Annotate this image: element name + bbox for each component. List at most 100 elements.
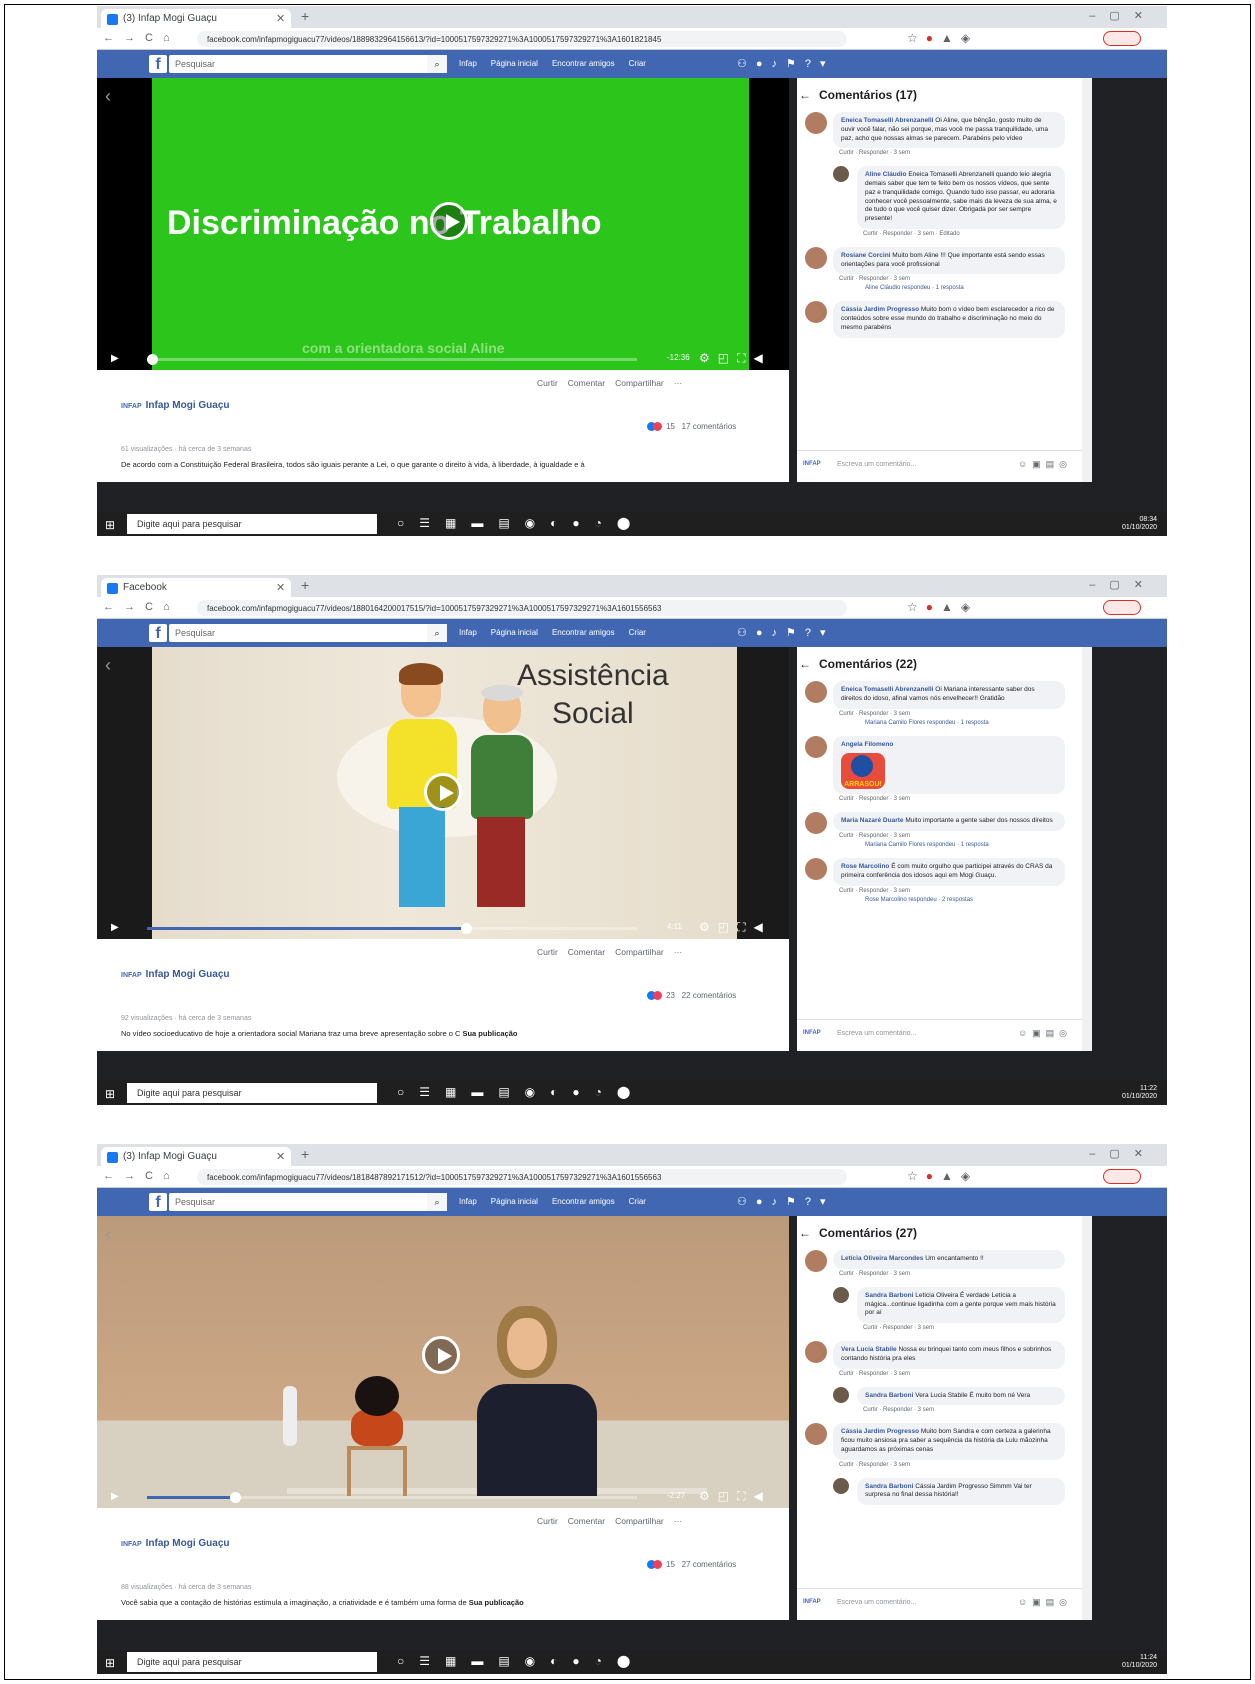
back-arrow-icon[interactable]: ‹ [105,1224,111,1245]
comment-button[interactable]: Comentar [568,1516,605,1526]
view-replies-link[interactable]: Aline Cláudio respondeu · 1 resposta [865,285,1065,291]
comment-input[interactable]: INFAP Escreva um comentário... ☺▣▤◎ [797,1019,1082,1047]
video-player[interactable]: ‹ Discriminação no Trabalho com a orient… [97,78,789,370]
taskbar-search[interactable]: Digite aqui para pesquisar [127,1652,377,1672]
profile-button[interactable] [1103,600,1141,615]
back-arrow-icon[interactable]: ‹ [105,86,111,107]
nav-buttons-icon[interactable]: ←→C⌂ [103,32,180,44]
url-field[interactable]: facebook.com/infapmogiguacu77/videos/188… [197,600,847,616]
taskbar-app-icons[interactable]: ○☰▦▬▤◉◐●◔⬤ [397,516,645,530]
emoji-icons[interactable]: ☺▣▤◎ [1018,1597,1072,1608]
avatar[interactable] [833,1286,849,1303]
avatar[interactable] [805,1341,827,1364]
extension-icons[interactable]: ☆●▲◈ [907,31,978,45]
share-button[interactable]: Compartilhar [615,378,664,388]
comment-input[interactable]: INFAP Escreva um comentário... ☺▣▤◎ [797,1588,1082,1616]
more-icon[interactable]: ··· [674,947,683,957]
nav-buttons-icon[interactable]: ←→C⌂ [103,1170,180,1182]
reactions[interactable]: 15 17 comentários [647,422,736,432]
play-icon[interactable] [422,1336,460,1374]
nav-item[interactable]: Página inicial [491,59,538,68]
settings-fullscreen-icons[interactable]: ⚙◰⛶◀ [699,920,771,935]
comment-count[interactable]: 22 comentários [682,991,737,1000]
new-tab-icon[interactable]: + [301,8,309,24]
search-input[interactable]: Pesquisar [169,1193,447,1211]
like-button[interactable]: Curtir [537,378,558,388]
avatar[interactable] [805,812,827,835]
new-tab-icon[interactable]: + [301,1146,309,1162]
progress-bar[interactable] [147,1492,637,1503]
facebook-logo-icon[interactable]: f [149,1193,167,1211]
windows-start-icon[interactable]: ⊞ [105,1656,115,1670]
avatar[interactable] [805,735,827,758]
play-icon[interactable] [424,773,462,811]
comment-count[interactable]: 27 comentários [682,1560,737,1569]
comment-actions[interactable]: Curtir · Responder · 3 sem [839,1462,1065,1468]
play-small-icon[interactable]: ▶ [111,353,119,364]
more-icon[interactable]: ··· [674,378,683,388]
view-replies-link[interactable]: Mariana Camilo Flores respondeu · 1 resp… [865,842,1065,848]
comment-actions[interactable]: Curtir · Responder · 3 sem [839,796,1065,802]
nav-item[interactable]: Encontrar amigos [552,59,615,68]
comment-author[interactable]: Maria Nazaré Duarte [841,817,904,824]
profile-button[interactable] [1103,1169,1141,1184]
avatar[interactable] [833,1386,849,1403]
comment-input[interactable]: INFAP Escreva um comentário... ☺▣▤◎ [797,450,1082,478]
nav-buttons-icon[interactable]: ←→C⌂ [103,601,180,613]
comment-actions[interactable]: Curtir · Responder · 3 sem [839,1271,1065,1277]
comment-actions[interactable]: Curtir · Responder · 3 sem [863,1407,1065,1413]
comment-author[interactable]: Eneica Tomaselli Abrenzanelli [841,117,933,124]
taskbar-app-icons[interactable]: ○☰▦▬▤◉◐●◔⬤ [397,1654,645,1668]
close-tab-icon[interactable]: ✕ [276,1150,285,1163]
avatar[interactable] [833,166,849,183]
search-icon[interactable]: ⌕ [427,1193,447,1211]
avatar[interactable] [805,681,827,703]
comment-button[interactable]: Comentar [568,378,605,388]
windows-start-icon[interactable]: ⊞ [105,518,115,532]
browser-tab[interactable]: (3) Infap Mogi Guaçu ✕ [101,9,291,28]
comment-author[interactable]: Letícia Oliveira Marcondes [841,1255,923,1262]
avatar[interactable] [805,858,827,881]
search-icon[interactable]: ⌕ [427,624,447,642]
comment-actions[interactable]: Curtir · Responder · 3 sem [839,833,1065,839]
browser-tab[interactable]: (3) Infap Mogi Guaçu ✕ [101,1147,291,1166]
avatar[interactable] [805,301,827,324]
comment-author[interactable]: Vera Lucia Stabile [841,1346,897,1353]
progress-bar[interactable] [147,923,637,934]
nav-item[interactable]: Infap [459,1197,477,1206]
nav-item[interactable]: Infap [459,59,477,68]
nav-item[interactable]: Encontrar amigos [552,628,615,637]
avatar[interactable] [805,246,827,269]
settings-fullscreen-icons[interactable]: ⚙◰⛶◀ [699,351,771,366]
comment-author[interactable]: Rose Marcolino [841,863,889,870]
like-button[interactable]: Curtir [537,1516,558,1526]
reactions[interactable]: 23 22 comentários [647,991,737,1001]
notification-icons[interactable]: ⚇●♪⚑?▾ [737,1195,835,1208]
page-name[interactable]: INFAP Infap Mogi Guaçu [121,400,230,411]
like-button[interactable]: Curtir [537,947,558,957]
comment-actions[interactable]: Curtir · Responder · 3 sem [839,888,1065,894]
nav-item[interactable]: Encontrar amigos [552,1197,615,1206]
search-input[interactable]: Pesquisar [169,55,447,73]
video-player[interactable]: ‹ Assistência Social ▶ 4:11 ⚙◰⛶◀ [97,647,789,939]
back-icon[interactable]: ← [799,657,811,671]
avatar[interactable] [805,1423,827,1446]
progress-knob[interactable] [460,923,472,934]
nav-item[interactable]: Criar [629,59,646,68]
avatar[interactable] [805,1250,827,1272]
notification-icons[interactable]: ⚇●♪⚑?▾ [737,626,835,639]
comment-actions[interactable]: Curtir · Responder · 3 sem [839,711,1065,717]
video-player[interactable]: ‹ ▶ -2:27 ⚙◰⛶◀ [97,1216,789,1508]
publication-notice[interactable]: Sua publicação [462,1029,517,1038]
nav-item[interactable]: Infap [459,628,477,637]
page-name[interactable]: INFAP Infap Mogi Guaçu [121,1538,230,1549]
scrollbar[interactable] [1082,1216,1092,1620]
search-icon[interactable]: ⌕ [427,55,447,73]
comment-author[interactable]: Sandra Barboni [865,1392,913,1399]
comment-author[interactable]: Rosiane Corcini [841,252,890,259]
close-tab-icon[interactable]: ✕ [276,12,285,25]
new-tab-icon[interactable]: + [301,577,309,593]
taskbar-app-icons[interactable]: ○☰▦▬▤◉◐●◔⬤ [397,1085,645,1099]
windows-start-icon[interactable]: ⊞ [105,1087,115,1101]
scrollbar[interactable] [1082,78,1092,482]
